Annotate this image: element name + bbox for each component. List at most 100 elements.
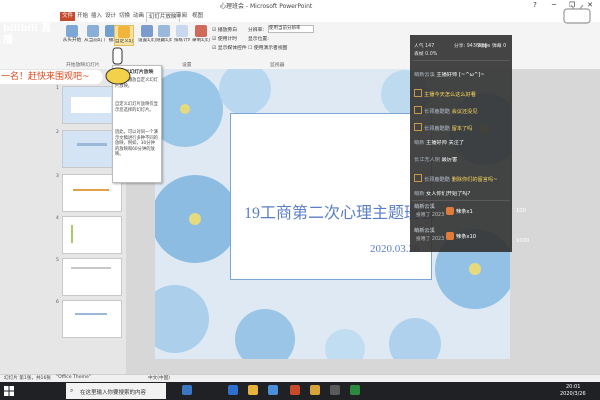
group-monitors: 监视器 <box>270 63 285 68</box>
tab-review[interactable]: 审阅 <box>174 12 189 21</box>
show-media-controls-checkbox[interactable]: ☑ 显示媒体控件 <box>212 44 247 51</box>
language-status[interactable]: 中文(中国) <box>148 375 170 381</box>
thumbnail-number: 4 <box>56 216 59 221</box>
divider <box>412 200 510 201</box>
tab-transitions[interactable]: 切换 <box>117 12 132 21</box>
custom-slideshow-button[interactable]: 自定义幻灯片放映 <box>114 25 134 46</box>
hide-slide-icon <box>158 25 170 37</box>
gift-icon <box>446 207 454 215</box>
slide-thumbnail[interactable] <box>62 258 122 296</box>
chat-text: 女人你们开始了吗? <box>426 191 471 197</box>
slide-thumbnail[interactable] <box>62 216 122 254</box>
slide-title[interactable]: 19工商第二次心理主题班会 <box>244 199 436 223</box>
tab-view[interactable]: 视图 <box>190 12 205 21</box>
chat-user: 长颈鹿酷酷 <box>424 177 450 183</box>
chat-user: 萌新云溪 <box>414 72 435 78</box>
chat-text: 主播好帅 关注了 <box>426 140 465 146</box>
thumbnail-content <box>71 225 103 243</box>
edge-icon[interactable] <box>228 385 238 395</box>
obs-icon[interactable] <box>310 385 320 395</box>
thumbnail-content <box>71 97 111 113</box>
presenter-view-checkbox[interactable]: ☐ 使用演示者视图 <box>248 44 287 51</box>
tab-animations[interactable]: 动画 <box>131 12 146 21</box>
slide-thumbnail[interactable] <box>62 300 122 338</box>
record-label: 录制幻灯片演示 <box>192 38 210 43</box>
from-start-label: 从头开始 <box>62 38 82 43</box>
setup-slideshow-button[interactable]: 设置幻灯片放映 <box>138 25 156 44</box>
chat-user: 长颈鹿酷酷 <box>424 109 450 115</box>
slideshow-icon <box>66 25 78 37</box>
chat-user: 长颈鹿酷酷 <box>424 126 450 132</box>
use-timings-label: 使用计时 <box>217 37 238 42</box>
play-narrations-checkbox[interactable]: ☑ 播放旁白 <box>212 26 237 33</box>
tab-design[interactable]: 设计 <box>103 12 118 21</box>
gift-user: 萌新云溪 <box>414 228 435 234</box>
clock-time[interactable]: 20:01 <box>566 384 580 390</box>
play-narrations-label: 播放旁白 <box>217 28 238 33</box>
custom-slideshow-label: 自定义幻灯片放映 <box>115 39 133 44</box>
gift-name: 辣条x10 <box>456 234 477 240</box>
tab-file[interactable]: 文件 <box>60 12 76 21</box>
task-view-icon[interactable] <box>182 385 192 395</box>
current-slide-icon <box>87 25 99 37</box>
slide-count-status: 幻灯片 第1张，共16张 <box>4 376 51 381</box>
network-label: 网络 <box>478 44 488 49</box>
gift-subtitle: 投喂了 2023 <box>416 237 445 242</box>
use-timings-checkbox[interactable]: ☑ 使用计时 <box>212 35 237 42</box>
medal-icon <box>414 89 422 97</box>
thumbnail-number: 6 <box>56 300 59 305</box>
windows-start-icon[interactable] <box>2 384 16 398</box>
thumbnail-content <box>75 313 107 315</box>
bilibili-live-logo: bilibili 直播 <box>3 23 52 46</box>
gift-user: 萌新云溪 <box>414 204 435 210</box>
thumbnail-number: 3 <box>56 174 59 179</box>
chat-message: 萌新云溪 主播好帅 [~^ω^]~ <box>414 72 509 79</box>
help-icon[interactable]: ? <box>526 0 544 11</box>
chat-user: 萌新 <box>414 191 425 197</box>
app-icon[interactable] <box>350 385 360 395</box>
chat-text: 删除你们的留言吗~ <box>451 177 498 183</box>
group-start-slideshow: 开始放映幻灯片 <box>66 63 100 68</box>
stopwatch-icon <box>176 25 188 37</box>
tab-insert[interactable]: 插入 <box>89 12 104 21</box>
dropped-frames: 丢帧 0.0% <box>414 52 438 57</box>
tooltip-text: 自定义幻灯片放映仅显示您选择的幻灯片。 <box>115 102 158 113</box>
medal-icon <box>414 106 422 114</box>
bilibili-tv-icon <box>563 4 591 24</box>
chat-text: 留本了吗 <box>451 126 473 132</box>
thumbnail-content <box>77 143 107 146</box>
setup-label: 设置幻灯片放映 <box>138 38 156 43</box>
from-current-label: 从当前幻灯片开始 <box>84 38 102 43</box>
rehearse-label: 排练计时 <box>174 38 190 43</box>
file-explorer-icon[interactable] <box>248 385 258 395</box>
clock-date[interactable]: 2020/3/26 <box>560 391 586 397</box>
app-icon[interactable] <box>330 385 340 395</box>
chat-message: 长颈鹿酷酷 删除你们的留言吗~ <box>414 174 509 184</box>
powerpoint-icon[interactable] <box>290 385 300 395</box>
chat-message: 长江无人侧 最厉害 <box>414 157 509 164</box>
gift-count: 1000 <box>516 238 530 244</box>
chat-message: 长颈鹿酷酷 会议还没见 <box>414 106 509 116</box>
tab-home[interactable]: 开始 <box>75 12 90 21</box>
gift-subtitle: 投喂了 2023 <box>416 213 445 218</box>
window-title: 心理班会 - Microsoft PowerPoint <box>220 3 313 10</box>
hide-slide-button[interactable]: 隐藏幻灯片 <box>156 25 172 44</box>
presenter-view-label: 使用演示者视图 <box>253 46 288 51</box>
browser-icon[interactable] <box>268 385 278 395</box>
thumbnail-number: 1 <box>56 86 59 91</box>
rehearse-timings-button[interactable]: 排练计时 <box>174 25 190 44</box>
custom-show-icon <box>118 26 130 38</box>
chat-message: 萌新 女人你们开始了吗? <box>414 191 509 198</box>
medal-icon <box>414 174 422 182</box>
medal-icon <box>414 123 422 131</box>
record-slideshow-button[interactable]: 录制幻灯片演示 <box>192 25 210 44</box>
from-current-button[interactable]: 从当前幻灯片开始 <box>84 25 102 44</box>
search-icon: ⌕ <box>70 387 74 394</box>
setup-icon <box>141 25 153 37</box>
from-start-button[interactable]: 从头开始 <box>62 25 82 44</box>
taskbar-search-placeholder: 在这里输入你要搜索的内容 <box>80 390 147 396</box>
tooltip-text: 因此，可以对同一个演示文稿进行多种不同的放映，例如，30分钟的放映和60分钟的放… <box>115 130 158 157</box>
danmaku-banner: 一名！赶快来围观吧~ <box>0 70 103 84</box>
resolution-select[interactable]: 使用当前分辨率 <box>268 25 314 33</box>
show-media-controls-label: 显示媒体控件 <box>217 46 247 51</box>
